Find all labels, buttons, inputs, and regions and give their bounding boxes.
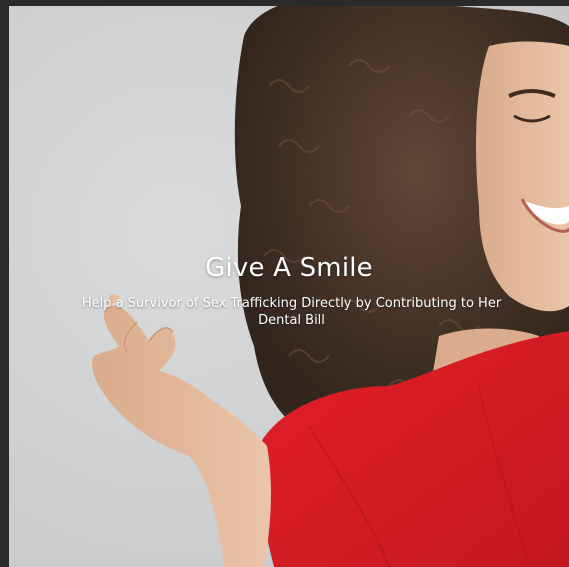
hero-title: Give A Smile bbox=[205, 253, 373, 283]
page-frame: Give A Smile Help a Survivor of Sex Traf… bbox=[0, 0, 569, 567]
hero-subtitle: Help a Survivor of Sex Trafficking Direc… bbox=[81, 296, 502, 328]
hero-banner: Give A Smile Help a Survivor of Sex Traf… bbox=[9, 6, 569, 567]
hero-overlay bbox=[9, 6, 569, 567]
